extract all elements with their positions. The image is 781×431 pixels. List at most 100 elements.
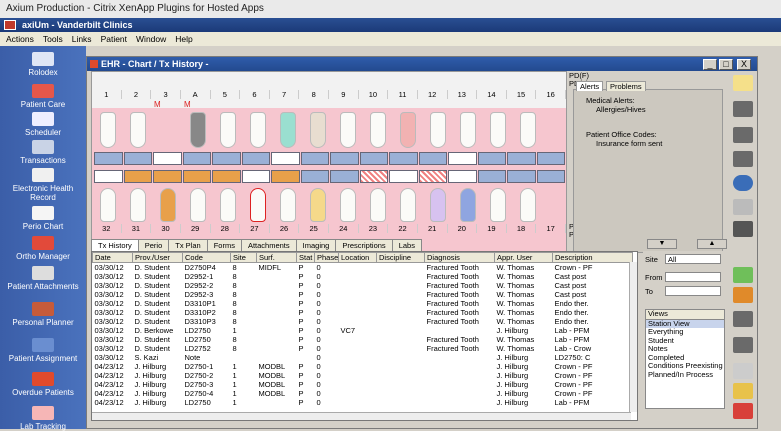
upper-tooth-treated[interactable]	[310, 112, 326, 148]
tooth-number[interactable]: A	[181, 90, 211, 99]
tooth-number[interactable]: 6	[240, 90, 270, 99]
occlusal-surface[interactable]	[300, 152, 329, 165]
lower-tooth[interactable]	[190, 188, 206, 222]
tooth-number[interactable]: 25	[299, 224, 329, 233]
occlusal-surface[interactable]	[330, 152, 359, 165]
tooth-number[interactable]: 10	[359, 90, 389, 99]
table-row[interactable]: 03/30/12 D. Berkowe LD2750 1 P 0 VC7 J. Hilburg…	[93, 326, 633, 335]
occlusal-surface[interactable]	[507, 170, 536, 183]
menu-help[interactable]: Help	[175, 32, 192, 46]
tooth-number[interactable]: 31	[122, 224, 152, 233]
table-row[interactable]: 03/30/12 D. Student D3310P1 8 P 0 Fractured To…	[93, 299, 633, 308]
add-green-icon[interactable]	[733, 267, 753, 283]
lower-tooth[interactable]	[340, 188, 356, 222]
occlusal-surface[interactable]	[330, 170, 359, 183]
tooth-number[interactable]: 22	[388, 224, 418, 233]
occlusal-surface[interactable]	[507, 152, 536, 165]
occlusal-surface[interactable]	[241, 170, 270, 183]
lower-tooth[interactable]	[400, 188, 416, 222]
tab-tx-plan[interactable]: Tx Plan	[168, 239, 208, 251]
tooth-number[interactable]: 19	[477, 224, 507, 233]
sidebar-item-lab-tracking[interactable]: Lab Tracking	[0, 406, 86, 431]
upper-tooth[interactable]	[370, 112, 386, 148]
occlusal-surface[interactable]	[389, 152, 418, 165]
tooth-number[interactable]: 8	[299, 90, 329, 99]
scroll-down-button[interactable]: ▼	[647, 239, 677, 249]
upper-tooth[interactable]	[520, 112, 536, 148]
table-row[interactable]: 03/30/12 D. Student D3310P3 8 P 0 Fractured To…	[93, 317, 633, 326]
table-row[interactable]: 04/23/12 J. Hilburg D2750-2 1 MODBL P 0 J. Hilb…	[93, 371, 633, 380]
sidebar-item-perio-chart[interactable]: Perio Chart	[0, 206, 86, 231]
occlusal-surface[interactable]	[448, 170, 477, 183]
tooth-number[interactable]: 29	[181, 224, 211, 233]
table-row[interactable]: 03/30/12 D. Student D3310P2 8 P 0 Fractured To…	[93, 308, 633, 317]
column-header[interactable]: Appr. User	[494, 252, 553, 263]
tooth-number[interactable]: 27	[240, 224, 270, 233]
minimize-button[interactable]: _	[703, 59, 717, 70]
occlusal-surface[interactable]	[359, 152, 388, 165]
folder-icon[interactable]	[733, 151, 753, 167]
table-row[interactable]: 03/30/12 S. Kazi Note 0 J. Hilburg LD2750: C	[93, 353, 633, 362]
notes-icon[interactable]	[733, 363, 753, 379]
tooth-number[interactable]: 21	[418, 224, 448, 233]
table-row[interactable]: 03/30/12 D. Student D2952-1 8 P 0 Fractured To…	[93, 272, 633, 281]
lower-tooth[interactable]	[370, 188, 386, 222]
occlusal-surface[interactable]	[271, 170, 300, 183]
tooth-number[interactable]: 32	[92, 224, 122, 233]
occlusal-surface[interactable]	[389, 170, 418, 183]
occlusal-surface[interactable]	[212, 170, 241, 183]
column-header[interactable]: Stat	[296, 252, 315, 263]
folder-icon[interactable]	[733, 337, 753, 353]
table-row[interactable]: 04/23/12 J. Hilburg D2750-3 1 MODBL P 0 J. Hilb…	[93, 380, 633, 389]
from-date-field[interactable]	[665, 272, 721, 282]
table-row[interactable]: 04/23/12 J. Hilburg D2750-1 1 MODBL P 0 J. Hilb…	[93, 362, 633, 371]
tooth-number[interactable]: 16	[536, 90, 566, 99]
lower-tooth-implant[interactable]	[160, 188, 176, 222]
upper-tooth[interactable]	[100, 112, 116, 148]
lower-tooth[interactable]	[220, 188, 236, 222]
column-header[interactable]: Discipline	[376, 252, 425, 263]
scroll-up-button[interactable]: ▲	[697, 239, 727, 249]
table-row[interactable]: 03/30/12 D. Student LD2752 8 P 0 Fractured Too…	[93, 344, 633, 353]
column-header[interactable]: Code	[182, 252, 231, 263]
tooth-number[interactable]: 7	[270, 90, 300, 99]
occlusal-surface[interactable]	[94, 152, 123, 165]
tooth-number[interactable]: 3	[151, 90, 181, 99]
sidebar-item-scheduler[interactable]: Scheduler	[0, 112, 86, 137]
clock-icon[interactable]	[733, 175, 753, 191]
upper-tooth[interactable]	[220, 112, 236, 148]
tab-forms[interactable]: Forms	[206, 239, 242, 251]
occlusal-surface[interactable]	[477, 170, 506, 183]
occlusal-surface[interactable]	[212, 152, 241, 165]
occlusal-surface[interactable]	[153, 152, 182, 165]
occlusal-surface[interactable]	[94, 170, 123, 183]
column-header[interactable]: Site	[230, 252, 257, 263]
horizontal-scrollbar[interactable]	[92, 412, 631, 420]
column-header[interactable]: Description	[552, 252, 633, 263]
occlusal-surface[interactable]	[271, 152, 300, 165]
column-header[interactable]: Diagnosis	[424, 252, 495, 263]
upper-tooth[interactable]	[130, 112, 146, 148]
sidebar-item-rolodex[interactable]: Rolodex	[0, 52, 86, 77]
view-item[interactable]: Planned/In Process	[646, 370, 724, 380]
tab-tx-history[interactable]: Tx History	[91, 239, 139, 251]
menu-tools[interactable]: Tools	[43, 32, 63, 46]
tooth-number[interactable]: 15	[507, 90, 537, 99]
occlusal-surface[interactable]	[418, 152, 447, 165]
sidebar-item-patient-assignment[interactable]: Patient Assignment	[0, 338, 86, 363]
tooth-number[interactable]: 11	[388, 90, 418, 99]
upper-tooth[interactable]	[400, 112, 416, 148]
sidebar-item-patient-care[interactable]: Patient Care	[0, 84, 86, 109]
column-header[interactable]: Location	[338, 252, 377, 263]
remove-icon[interactable]	[733, 403, 753, 419]
upper-tooth[interactable]	[340, 112, 356, 148]
sidebar-item-transactions[interactable]: Transactions	[0, 140, 86, 165]
column-header[interactable]: Surf.	[256, 252, 297, 263]
upper-tooth[interactable]	[490, 112, 506, 148]
occlusal-surface[interactable]	[182, 152, 211, 165]
tab-perio[interactable]: Perio	[137, 239, 170, 251]
tooth-number[interactable]: 20	[448, 224, 478, 233]
maximize-button[interactable]: □	[719, 59, 733, 70]
column-header[interactable]: Prov./User	[132, 252, 183, 263]
menu-patient[interactable]: Patient	[101, 32, 127, 46]
